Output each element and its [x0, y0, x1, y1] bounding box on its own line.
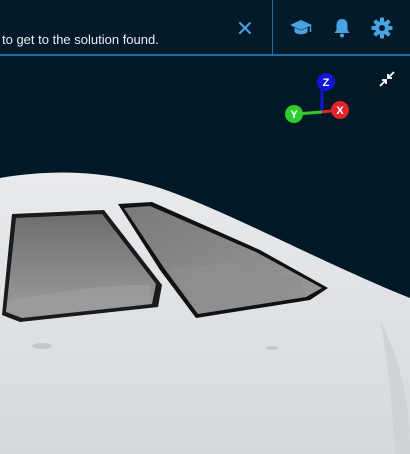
bell-icon [334, 19, 350, 38]
x-axis-label: X [336, 105, 344, 117]
settings-button[interactable] [370, 16, 394, 40]
close-icon [239, 22, 251, 34]
collapse-icon [379, 71, 395, 87]
axis-gizmo[interactable]: Z Y X [282, 72, 354, 126]
graduation-cap-icon [290, 20, 312, 35]
notifications-button[interactable] [330, 16, 354, 40]
y-axis-label: Y [290, 109, 298, 121]
gear-icon [371, 17, 393, 39]
notification-message: to get to the solution found. [2, 32, 159, 47]
z-axis-label: Z [323, 77, 330, 89]
learning-button[interactable] [289, 16, 313, 40]
top-bar: to get to the solution found. [0, 0, 410, 56]
close-notification-button[interactable] [234, 17, 256, 39]
notification-banner: to get to the solution found. [0, 0, 273, 56]
3d-viewport[interactable]: Z Y X [0, 56, 410, 454]
exit-fullscreen-button[interactable] [378, 70, 396, 88]
